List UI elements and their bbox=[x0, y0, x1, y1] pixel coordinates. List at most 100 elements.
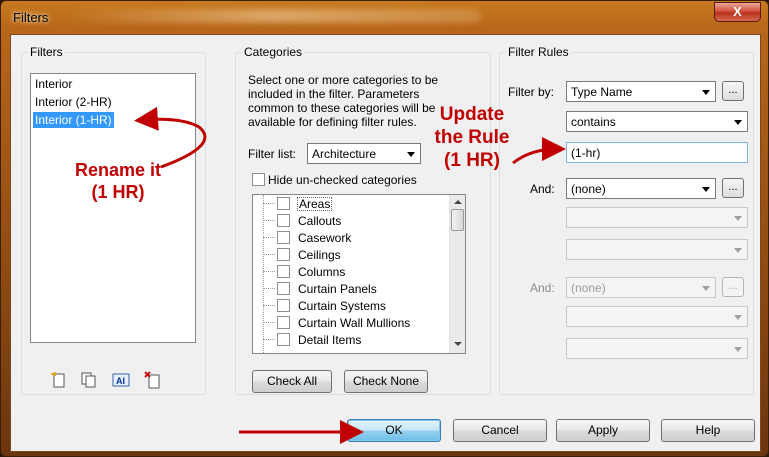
operator-dropdown[interactable]: contains bbox=[566, 111, 748, 132]
and-1-operator-dropdown[interactable] bbox=[566, 207, 748, 228]
tree-branch bbox=[263, 237, 275, 238]
scroll-down-icon[interactable] bbox=[454, 342, 462, 346]
tree-branch bbox=[263, 305, 275, 306]
and-2-operator-dropdown[interactable] bbox=[566, 306, 748, 327]
filter-by-value: Type Name bbox=[571, 85, 633, 99]
filter-list-label: Filter list: bbox=[248, 147, 296, 161]
and-label-1: And: bbox=[530, 182, 555, 196]
category-checkbox[interactable] bbox=[277, 214, 290, 227]
hide-unchecked-label: Hide un-checked categories bbox=[268, 173, 417, 187]
category-label: Casework bbox=[298, 231, 352, 245]
category-checkbox[interactable] bbox=[277, 299, 290, 312]
and-1-field-value: (none) bbox=[571, 182, 606, 196]
ok-button[interactable]: OK bbox=[347, 419, 441, 442]
category-checkbox[interactable] bbox=[277, 197, 290, 210]
filter-rules-group-label: Filter Rules bbox=[506, 45, 571, 59]
chevron-down-icon bbox=[702, 187, 710, 192]
filter-item-interior-2hr[interactable]: Interior (2-HR) bbox=[33, 94, 114, 110]
tree-branch bbox=[263, 203, 275, 204]
window-title: Filters bbox=[13, 10, 49, 25]
tree-connector bbox=[263, 195, 264, 353]
filter-list-value: Architecture bbox=[312, 147, 377, 161]
blurred-title-path bbox=[61, 9, 481, 23]
tree-branch bbox=[263, 271, 275, 272]
category-label: Curtain Wall Mullions bbox=[298, 316, 411, 330]
delete-filter-icon[interactable] bbox=[144, 371, 162, 389]
cancel-button[interactable]: Cancel bbox=[453, 419, 547, 442]
categories-description: Select one or more categories to be incl… bbox=[248, 73, 439, 129]
rename-filter-icon[interactable]: AI bbox=[112, 371, 130, 389]
apply-button[interactable]: Apply bbox=[556, 419, 650, 442]
category-label: Callouts bbox=[298, 214, 342, 228]
tree-branch bbox=[263, 288, 275, 289]
title-bar[interactable]: Filters X bbox=[1, 1, 768, 33]
and-2-field-dropdown[interactable]: (none) bbox=[566, 277, 716, 298]
category-checkbox[interactable] bbox=[277, 333, 290, 346]
category-checkbox[interactable] bbox=[277, 248, 290, 261]
tree-branch bbox=[263, 339, 275, 340]
tree-branch bbox=[263, 254, 275, 255]
annotation-update-line2: the Rule bbox=[434, 127, 510, 148]
category-checkbox[interactable] bbox=[277, 265, 290, 278]
check-none-button[interactable]: Check None bbox=[344, 370, 428, 393]
scroll-up-icon[interactable] bbox=[454, 200, 462, 204]
rule-value-input[interactable]: (1-hr) bbox=[566, 142, 748, 163]
dialog-client-area: Filters Interior Interior (2-HR) Interio… bbox=[10, 34, 761, 452]
annotation-update-line1: Update bbox=[439, 104, 505, 125]
and-1-ellipsis-button[interactable]: ... bbox=[722, 178, 744, 198]
annotation-rename: Rename it (1 HR) bbox=[53, 159, 183, 203]
help-button[interactable]: Help bbox=[661, 419, 755, 442]
new-filter-icon[interactable] bbox=[50, 371, 68, 389]
filter-by-ellipsis-button[interactable]: ... bbox=[722, 81, 744, 101]
category-label: Areas bbox=[297, 197, 333, 211]
filter-item-interior-1hr[interactable]: Interior (1-HR) bbox=[33, 112, 114, 128]
chevron-down-icon bbox=[702, 90, 710, 95]
annotation-update-rule: Update the Rule (1 HR) bbox=[429, 103, 515, 172]
and-1-value-dropdown[interactable] bbox=[566, 239, 748, 260]
category-label: Detail Items bbox=[298, 333, 362, 347]
svg-text:AI: AI bbox=[116, 376, 125, 386]
operator-value: contains bbox=[571, 115, 616, 129]
chevron-down-icon bbox=[407, 152, 415, 157]
category-checkbox[interactable] bbox=[277, 316, 290, 329]
duplicate-filter-icon[interactable] bbox=[80, 371, 98, 389]
check-all-button[interactable]: Check All bbox=[252, 370, 332, 393]
category-label: Curtain Panels bbox=[298, 282, 377, 296]
and-1-field-dropdown[interactable]: (none) bbox=[566, 178, 716, 199]
filter-list-dropdown[interactable]: Architecture bbox=[307, 143, 421, 164]
filter-by-label: Filter by: bbox=[508, 85, 555, 99]
and-2-ellipsis-button[interactable]: ... bbox=[722, 277, 744, 297]
filters-group: Filters Interior Interior (2-HR) Interio… bbox=[21, 45, 206, 395]
chevron-down-icon bbox=[702, 286, 710, 291]
scroll-thumb[interactable] bbox=[451, 209, 464, 231]
category-checkbox[interactable] bbox=[277, 231, 290, 244]
categories-scrollbar[interactable] bbox=[449, 195, 465, 353]
and-2-field-value: (none) bbox=[571, 281, 606, 295]
and-label-2: And: bbox=[530, 281, 555, 295]
hide-unchecked-checkbox[interactable] bbox=[252, 173, 265, 186]
annotation-update-line3: (1 HR) bbox=[444, 150, 500, 171]
category-label: Curtain Systems bbox=[298, 299, 387, 313]
filters-dialog: Filters X Filters Interior Interior (2-H… bbox=[0, 0, 769, 457]
filter-rules-group: Filter Rules Filter by: Type Name ... co… bbox=[499, 45, 754, 395]
chevron-down-icon bbox=[734, 120, 742, 125]
category-label: Ceilings bbox=[298, 248, 341, 262]
and-2-value-dropdown[interactable] bbox=[566, 338, 748, 359]
annotation-rename-line2: (1 HR) bbox=[91, 182, 145, 202]
chevron-down-icon bbox=[734, 216, 742, 221]
filter-item-interior[interactable]: Interior bbox=[33, 76, 74, 92]
chevron-down-icon bbox=[734, 347, 742, 352]
close-button[interactable]: X bbox=[714, 2, 761, 22]
tree-branch bbox=[263, 220, 275, 221]
annotation-rename-line1: Rename it bbox=[74, 160, 162, 180]
rule-value-text: (1-hr) bbox=[571, 146, 601, 160]
filters-list[interactable]: Interior Interior (2-HR) Interior (1-HR) bbox=[30, 73, 196, 343]
filters-group-label: Filters bbox=[28, 45, 65, 59]
category-checkbox[interactable] bbox=[277, 282, 290, 295]
category-label: Columns bbox=[298, 265, 346, 279]
categories-group-label: Categories bbox=[242, 45, 305, 59]
filter-by-dropdown[interactable]: Type Name bbox=[566, 81, 716, 102]
categories-tree[interactable]: Areas Callouts Casework Ceilings Columns… bbox=[252, 194, 466, 354]
chevron-down-icon bbox=[734, 248, 742, 253]
chevron-down-icon bbox=[734, 315, 742, 320]
